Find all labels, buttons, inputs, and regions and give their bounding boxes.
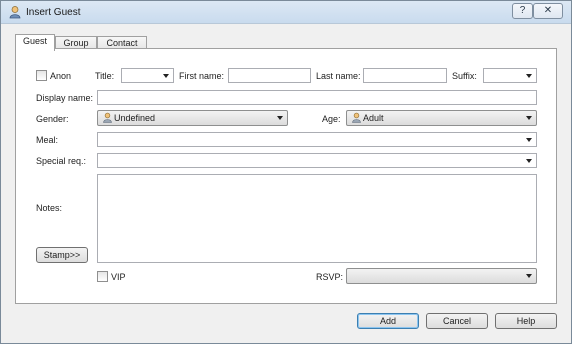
person-icon — [103, 112, 112, 123]
person-icon — [9, 6, 21, 19]
vip-label: VIP — [111, 272, 126, 282]
stamp-button[interactable]: Stamp>> — [36, 247, 88, 263]
rsvp-label: RSVP: — [316, 272, 344, 282]
gender-label: Gender: — [36, 114, 69, 124]
chevron-down-icon — [526, 74, 532, 78]
gender-dropdown[interactable]: Undefined — [97, 110, 288, 126]
meal-dropdown[interactable] — [97, 132, 537, 147]
rsvp-dropdown[interactable] — [346, 268, 537, 284]
anon-checkbox[interactable] — [36, 70, 47, 81]
last-name-field[interactable] — [363, 68, 447, 83]
close-button[interactable]: ✕ — [533, 3, 563, 19]
first-name-field[interactable] — [228, 68, 311, 83]
anon-label: Anon — [50, 71, 72, 81]
age-dropdown[interactable]: Adult — [346, 110, 537, 126]
first-name-label: First name: — [179, 71, 225, 81]
suffix-dropdown[interactable] — [483, 68, 537, 83]
title-bar: Insert Guest ? ✕ — [1, 1, 571, 24]
notes-textarea[interactable] — [97, 174, 537, 263]
notes-label: Notes: — [36, 203, 63, 213]
title-label: Title: — [95, 71, 115, 81]
chevron-down-icon — [526, 159, 532, 163]
guest-tab-pane: Anon Title: First name: Last name: Suffi… — [15, 48, 557, 304]
age-label: Age: — [322, 114, 341, 124]
cancel-button[interactable]: Cancel — [426, 313, 488, 329]
chevron-down-icon — [277, 116, 283, 120]
display-name-field[interactable] — [97, 90, 537, 105]
window-title: Insert Guest — [26, 7, 81, 18]
meal-label: Meal: — [36, 135, 59, 145]
suffix-label: Suffix: — [452, 71, 477, 81]
gender-value: Undefined — [114, 113, 156, 123]
insert-guest-dialog: Insert Guest ? ✕ Guest Group Contact Ano… — [0, 0, 572, 344]
chevron-down-icon — [526, 274, 532, 278]
person-icon — [352, 112, 361, 123]
chevron-down-icon — [526, 116, 532, 120]
last-name-label: Last name: — [316, 71, 361, 81]
tab-guest[interactable]: Guest — [15, 34, 55, 51]
chevron-down-icon — [526, 138, 532, 142]
add-button[interactable]: Add — [357, 313, 419, 329]
special-req-label: Special req.: — [36, 156, 87, 166]
chevron-down-icon — [163, 74, 169, 78]
help-title-button[interactable]: ? — [512, 3, 533, 19]
special-req-dropdown[interactable] — [97, 153, 537, 168]
display-name-label: Display name: — [36, 93, 94, 103]
age-value: Adult — [363, 113, 384, 123]
vip-checkbox[interactable] — [97, 271, 108, 282]
title-dropdown[interactable] — [121, 68, 174, 83]
help-button[interactable]: Help — [495, 313, 557, 329]
